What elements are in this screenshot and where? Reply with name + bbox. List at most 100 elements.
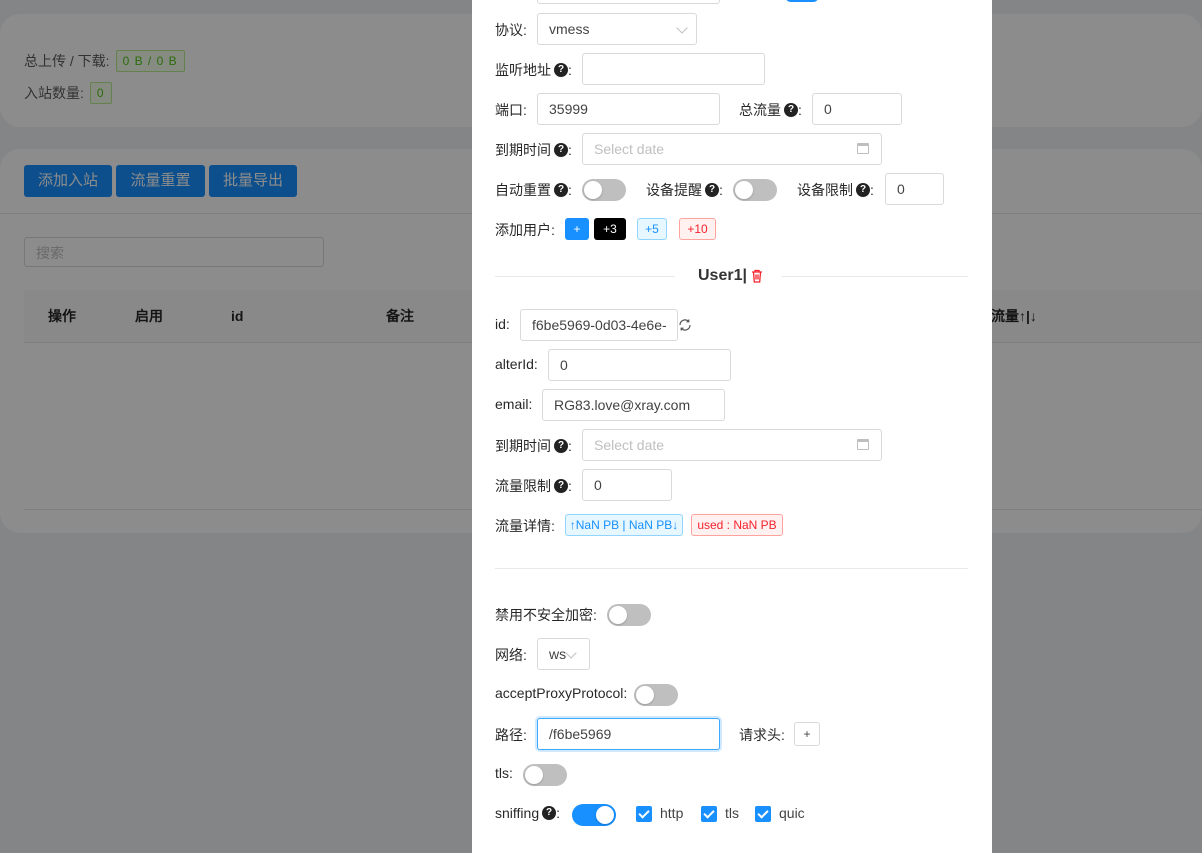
user-expiry-label: 到期时间 xyxy=(495,438,551,454)
help-icon[interactable]: ? xyxy=(554,479,568,493)
help-icon[interactable]: ? xyxy=(554,63,568,77)
add-ten-users-button[interactable]: +10 xyxy=(679,218,716,240)
help-icon[interactable]: ? xyxy=(705,183,719,197)
help-icon[interactable]: ? xyxy=(554,183,568,197)
device-limit-field: 设备限制 ?: xyxy=(797,182,874,198)
expiry-placeholder: Select date xyxy=(594,141,665,157)
enable-switch-partial[interactable] xyxy=(785,0,819,2)
add-three-users-button[interactable]: +3 xyxy=(594,218,626,240)
path-label: 路径 xyxy=(495,727,523,743)
sniff-http-label: http xyxy=(660,805,684,821)
sniff-quic-label: quic xyxy=(779,805,805,821)
accept-proxy-label: acceptProxyProtocol xyxy=(495,685,624,701)
headers-field: 请求头: xyxy=(739,727,785,743)
disable-insecure-field: 禁用不安全加密: xyxy=(495,607,597,623)
network-field: 网络: xyxy=(495,647,527,663)
section-divider xyxy=(495,568,968,569)
user-expiry-placeholder: Select date xyxy=(594,437,665,453)
email-input[interactable]: RG83.love@xray.com xyxy=(542,389,725,421)
sniffing-field: sniffing ?: xyxy=(495,805,560,821)
chevron-down-icon xyxy=(565,647,577,659)
switch-knob xyxy=(525,766,543,784)
device-alert-label: 设备提醒 xyxy=(646,182,702,198)
switch-knob xyxy=(636,686,654,704)
protocol-select[interactable]: vmess xyxy=(537,13,697,45)
disable-insecure-switch[interactable] xyxy=(607,604,651,626)
network-value: ws xyxy=(549,646,567,662)
sniff-http-checkbox[interactable] xyxy=(636,806,652,822)
network-select[interactable]: ws xyxy=(537,638,590,670)
disable-insecure-label: 禁用不安全加密 xyxy=(495,607,593,623)
expiry-label: 到期时间 xyxy=(495,142,551,158)
protocol-value: vmess xyxy=(549,21,590,37)
switch-knob xyxy=(609,606,627,624)
add-header-button[interactable]: + xyxy=(794,722,820,746)
path-field: 路径: xyxy=(495,727,527,743)
port-input[interactable]: 35999 xyxy=(537,93,720,125)
help-icon[interactable]: ? xyxy=(856,183,870,197)
port-field: 端口: xyxy=(495,102,527,118)
sniffing-label: sniffing xyxy=(495,805,540,821)
auto-reset-switch[interactable] xyxy=(582,179,626,201)
help-icon[interactable]: ? xyxy=(542,806,557,820)
sniff-tls-label: tls xyxy=(725,805,739,821)
protocol-label: 协议 xyxy=(495,22,523,38)
total-traffic-input[interactable]: 0 xyxy=(812,93,902,125)
traffic-limit-field: 流量限制 ?: xyxy=(495,478,572,494)
port-label: 端口 xyxy=(495,102,523,118)
headers-label: 请求头 xyxy=(739,727,781,743)
auto-reset-field: 自动重置 ?: xyxy=(495,182,572,198)
tls-switch[interactable] xyxy=(523,764,567,786)
traffic-used-tag: used : NaN PB xyxy=(691,514,783,536)
user-title: User1| xyxy=(698,267,747,285)
sniff-tls-checkbox[interactable] xyxy=(701,806,717,822)
remark-input-partial[interactable] xyxy=(537,0,720,4)
delete-icon[interactable] xyxy=(749,268,765,284)
user-divider-left xyxy=(495,276,675,277)
help-icon[interactable]: ? xyxy=(554,439,568,453)
user-id-label: id xyxy=(495,316,506,332)
traffic-limit-input[interactable]: 0 xyxy=(582,469,672,501)
accept-proxy-switch[interactable] xyxy=(634,684,678,706)
email-field: email: xyxy=(495,396,533,412)
device-alert-switch[interactable] xyxy=(733,179,777,201)
user-expiry-field: 到期时间 ?: xyxy=(495,438,572,454)
calendar-icon xyxy=(857,143,869,154)
expiry-date-picker[interactable]: Select date xyxy=(582,133,882,165)
inbound-modal: 协议: vmess 监听地址 ?: 端口: 35999 总流量 ?: 0 到期时… xyxy=(472,0,992,853)
add-five-users-button[interactable]: +5 xyxy=(637,218,667,240)
add-user-label: 添加用户 xyxy=(495,222,551,238)
total-traffic-label: 总流量 xyxy=(739,102,781,118)
alter-id-input[interactable]: 0 xyxy=(548,349,731,381)
listen-input[interactable] xyxy=(582,53,765,85)
switch-knob xyxy=(596,806,614,824)
traffic-updown-tag: ↑NaN PB | NaN PB↓ xyxy=(565,514,683,536)
alter-id-field: alterId: xyxy=(495,356,538,372)
tls-field: tls: xyxy=(495,765,513,781)
refresh-icon[interactable] xyxy=(678,318,692,332)
tls-label: tls xyxy=(495,765,509,781)
user-expiry-date-picker[interactable]: Select date xyxy=(582,429,882,461)
total-traffic-field: 总流量 ?: xyxy=(739,102,802,118)
traffic-limit-label: 流量限制 xyxy=(495,478,551,494)
device-alert-field: 设备提醒 ?: xyxy=(646,182,723,198)
add-one-user-button[interactable]: + xyxy=(565,218,589,240)
auto-reset-label: 自动重置 xyxy=(495,182,551,198)
protocol-field: 协议: xyxy=(495,22,527,38)
help-icon[interactable]: ? xyxy=(784,103,798,117)
device-limit-label: 设备限制 xyxy=(797,182,853,198)
user-id-input[interactable]: f6be5969-0d03-4e6e- xyxy=(520,309,678,341)
help-icon[interactable]: ? xyxy=(554,143,568,157)
sniffing-switch[interactable] xyxy=(572,804,616,826)
switch-knob xyxy=(735,181,753,199)
add-user-field: 添加用户: xyxy=(495,222,555,238)
sniff-quic-checkbox[interactable] xyxy=(755,806,771,822)
listen-field: 监听地址 ?: xyxy=(495,62,572,78)
user-id-field: id: xyxy=(495,316,510,332)
switch-knob xyxy=(584,181,602,199)
network-label: 网络 xyxy=(495,647,523,663)
device-limit-input[interactable]: 0 xyxy=(885,173,944,205)
chevron-down-icon xyxy=(676,22,688,34)
path-input[interactable]: /f6be5969 xyxy=(537,718,720,750)
user-title-text: User1| xyxy=(698,267,747,284)
